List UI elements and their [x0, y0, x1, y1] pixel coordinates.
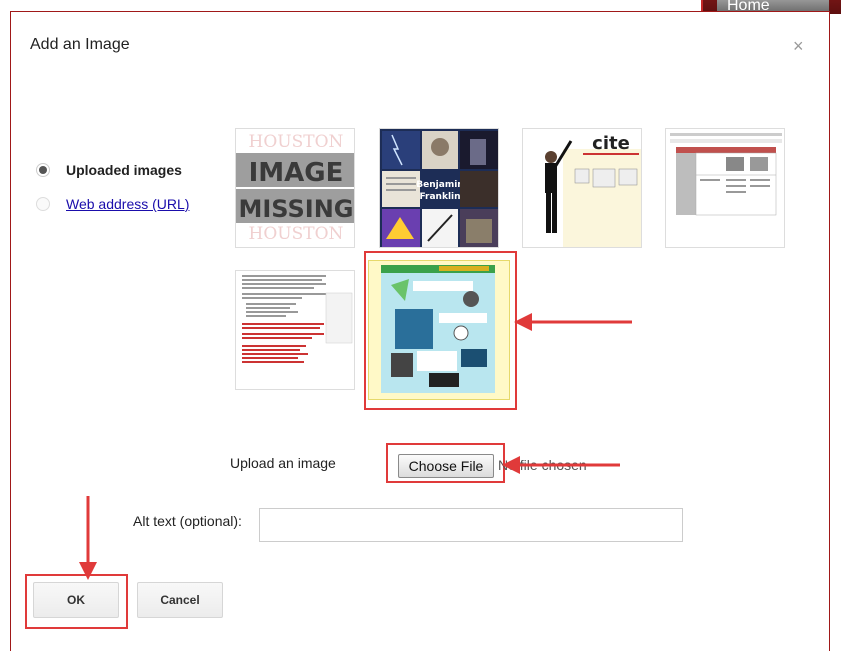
thumbnail-franklin[interactable]: Benjamin Franklin [379, 128, 499, 248]
watermark-text-bottom: HOUSTON [249, 224, 344, 244]
thumbnail-document[interactable] [235, 270, 355, 390]
thumbnail-poster-selected[interactable] [368, 260, 510, 400]
cancel-button[interactable]: Cancel [137, 582, 223, 618]
thumbnail-cite-presenter[interactable]: cite [522, 128, 642, 248]
cite-presenter-graphic: cite [523, 129, 641, 247]
franklin-line1: Benjamin [416, 180, 463, 190]
ok-button[interactable]: OK [33, 582, 119, 618]
franklin-collage-graphic: Benjamin Franklin [380, 129, 498, 247]
radio-web-address[interactable]: Web address (URL) [36, 196, 189, 212]
webpage-table-graphic [666, 129, 784, 247]
alt-text-label: Alt text (optional): [133, 513, 242, 529]
upload-image-label: Upload an image [230, 455, 336, 471]
document-graphic [236, 271, 354, 389]
alt-text-input[interactable] [259, 508, 683, 542]
image-missing-graphic: HOUSTON IMAGE MISSING HOUSTON [236, 129, 354, 247]
close-icon[interactable]: × [793, 36, 804, 57]
dialog-title: Add an Image [30, 36, 130, 53]
watermark-text: HOUSTON [249, 132, 344, 152]
poster-graphic [369, 261, 509, 399]
choose-file-button[interactable]: Choose File [398, 454, 494, 478]
thumbnail-image-missing[interactable]: HOUSTON IMAGE MISSING HOUSTON [235, 128, 355, 248]
uploaded-images-label: Uploaded images [66, 162, 182, 178]
radio-checked-icon[interactable] [36, 163, 50, 177]
radio-uploaded-images[interactable]: Uploaded images [36, 162, 182, 178]
web-address-link[interactable]: Web address (URL) [66, 196, 189, 212]
thumbnail-webpage-table[interactable] [665, 128, 785, 248]
image-missing-line2: MISSING [238, 195, 353, 223]
image-missing-line1: IMAGE [249, 158, 344, 188]
franklin-line2: Franklin [419, 192, 460, 202]
radio-unchecked-icon[interactable] [36, 197, 50, 211]
no-file-chosen-text: No file chosen [498, 457, 587, 473]
cite-logo-text: cite [592, 133, 630, 154]
